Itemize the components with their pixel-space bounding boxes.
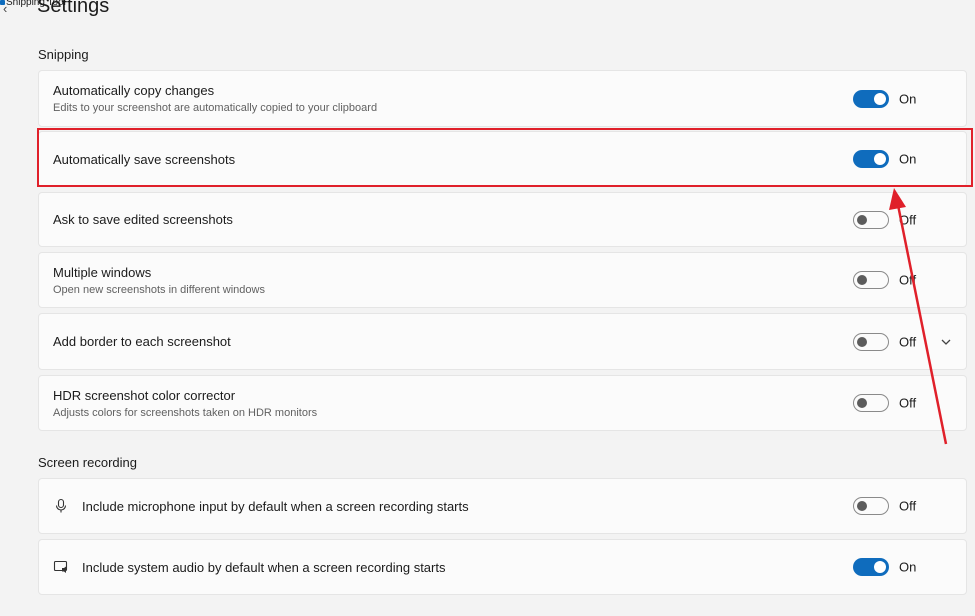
microphone-icon xyxy=(55,498,67,513)
system-audio-toggle[interactable] xyxy=(853,558,889,576)
toggle-knob xyxy=(874,153,886,165)
ask-to-save-toggle[interactable] xyxy=(853,210,889,229)
back-arrow-icon[interactable]: ‹ xyxy=(3,2,7,15)
setting-system-audio: Include system audio by default when a s… xyxy=(38,539,967,595)
setting-label: Automatically save screenshots xyxy=(53,151,236,167)
toggle-knob xyxy=(857,275,867,285)
hdr-corrector-toggle[interactable] xyxy=(853,394,889,412)
auto-copy-toggle[interactable] xyxy=(853,89,889,108)
toggle-state-label: Off xyxy=(899,334,917,349)
setting-auto-copy: Automatically copy changes Edits to your… xyxy=(38,70,967,127)
setting-label: Add border to each screenshot xyxy=(53,334,231,349)
auto-save-toggle[interactable] xyxy=(853,150,889,168)
setting-add-border[interactable]: Add border to each screenshot Off xyxy=(38,313,967,370)
multiple-windows-toggle[interactable] xyxy=(853,271,889,289)
toggle-state-label: On xyxy=(899,91,917,106)
toggle-state-label: On xyxy=(899,559,917,575)
setting-microphone-input: Include microphone input by default when… xyxy=(38,478,967,534)
setting-label: HDR screenshot color corrector xyxy=(53,387,236,403)
setting-hdr-corrector: HDR screenshot color corrector Adjusts c… xyxy=(38,375,967,431)
setting-label: Include microphone input by default when… xyxy=(82,498,469,514)
toggle-state-label: Off xyxy=(899,272,917,288)
toggle-knob xyxy=(874,92,886,105)
add-border-toggle[interactable] xyxy=(853,332,889,351)
toggle-state-label: On xyxy=(899,151,917,167)
toggle-knob xyxy=(857,214,867,225)
toggle-knob xyxy=(857,336,867,347)
toggle-knob xyxy=(874,561,886,573)
toggle-state-label: Off xyxy=(899,212,917,227)
setting-label: Automatically copy changes xyxy=(53,83,215,98)
section-title-screen-recording: Screen recording xyxy=(38,455,137,470)
section-title-snipping: Snipping xyxy=(38,47,89,62)
setting-label: Multiple windows xyxy=(53,264,152,280)
chevron-down-icon[interactable] xyxy=(940,336,952,348)
setting-label: Ask to save edited screenshots xyxy=(53,212,233,227)
setting-ask-to-save: Ask to save edited screenshots Off xyxy=(38,192,967,247)
setting-auto-save: Automatically save screenshots On xyxy=(38,131,967,187)
setting-label: Include system audio by default when a s… xyxy=(82,559,446,575)
setting-description: Edits to your screenshot are automatical… xyxy=(53,102,378,114)
setting-multiple-windows: Multiple windows Open new screenshots in… xyxy=(38,252,967,308)
toggle-knob xyxy=(857,501,867,511)
system-audio-icon xyxy=(53,560,68,573)
toggle-state-label: Off xyxy=(899,395,917,411)
toggle-state-label: Off xyxy=(899,498,917,514)
microphone-input-toggle[interactable] xyxy=(853,497,889,515)
toggle-knob xyxy=(857,398,867,408)
setting-description: Open new screenshots in different window… xyxy=(53,283,265,296)
page-title: Settings xyxy=(37,0,110,17)
setting-description: Adjusts colors for screenshots taken on … xyxy=(53,406,318,419)
